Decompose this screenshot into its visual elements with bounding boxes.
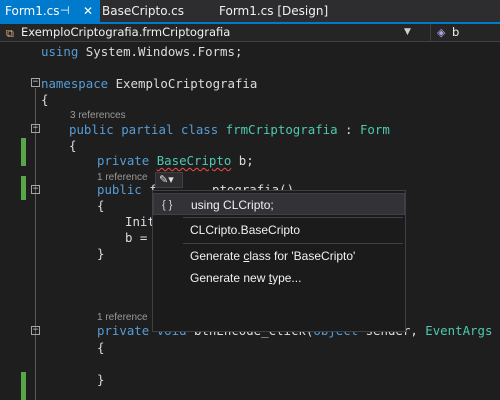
references-codelens[interactable]: 3 references <box>70 110 126 121</box>
references-codelens[interactable]: 1 reference <box>97 312 148 323</box>
tab-label: Form1.cs [Design] <box>219 4 329 18</box>
pin-icon[interactable]: ⊣ <box>60 0 70 22</box>
tab-form1-cs[interactable]: Form1.cs ⊣ ✕ <box>0 0 100 22</box>
change-marker <box>21 138 26 166</box>
collapse-toggle[interactable]: − <box>31 185 40 194</box>
code-line: public f <box>97 182 157 197</box>
code-editor[interactable]: − − − − using System.Windows.Forms; name… <box>0 42 500 400</box>
code-line: { <box>97 198 105 213</box>
class-dropdown[interactable]: ⧉ ExemploCriptografia.frmCriptografia ▼ <box>0 24 428 41</box>
code-line: } <box>97 246 105 261</box>
collapse-toggle[interactable]: − <box>31 124 40 133</box>
code-line: b = <box>125 230 148 245</box>
code-line: { <box>41 92 49 107</box>
change-marker <box>21 176 26 200</box>
menu-separator <box>183 217 403 218</box>
quick-actions-lightbulb-icon[interactable]: ✎▾ <box>155 172 183 188</box>
tab-label: Form1.cs <box>5 4 60 18</box>
close-icon[interactable]: ✕ <box>83 0 93 22</box>
code-line: Init <box>125 214 155 229</box>
collapse-toggle[interactable]: − <box>31 78 40 87</box>
collapse-toggle[interactable]: − <box>31 326 40 335</box>
change-marker <box>21 372 26 400</box>
quick-action-fully-qualify[interactable]: CLCripto.BaseCripto <box>153 219 405 241</box>
code-line: private BaseCripto b; <box>97 153 254 168</box>
chevron-down-icon: ▼ <box>404 27 411 37</box>
menu-separator <box>183 243 403 244</box>
field-icon: ◈ <box>437 26 446 39</box>
navigation-bar: ⧉ ExemploCriptografia.frmCriptografia ▼ … <box>0 24 500 42</box>
quick-action-generate-new-type[interactable]: Generate new type... <box>153 267 405 289</box>
quick-action-using-clcripto[interactable]: { } using CLCripto; <box>153 193 405 215</box>
class-dropdown-value: ExemploCriptografia.frmCriptografia <box>21 25 231 39</box>
error-squiggle: BaseCripto <box>156 153 232 168</box>
outline-guide <box>35 88 36 400</box>
document-tab-strip: Form1.cs ⊣ ✕ BaseCripto.cs Form1.cs [Des… <box>0 0 500 24</box>
code-line: namespace ExemploCriptografia <box>41 76 258 91</box>
code-line: public partial class frmCriptografia : F… <box>69 122 390 137</box>
class-icon: ⧉ <box>6 27 14 40</box>
tab-form1-design[interactable]: Form1.cs [Design] <box>217 0 347 22</box>
code-line: } <box>97 372 105 387</box>
member-dropdown-value: b <box>452 25 460 39</box>
member-dropdown[interactable]: ◈ b <box>430 24 500 41</box>
namespace-icon: { } <box>162 199 173 211</box>
code-line: using System.Windows.Forms; <box>41 44 243 59</box>
quick-actions-menu: { } using CLCripto; CLCripto.BaseCripto … <box>152 190 406 332</box>
code-line: { <box>97 340 105 355</box>
code-line: { <box>69 138 77 153</box>
tab-label: BaseCripto.cs <box>102 4 184 18</box>
quick-action-generate-class[interactable]: Generate class for 'BaseCripto' <box>153 245 405 267</box>
tab-basecripto-cs[interactable]: BaseCripto.cs <box>100 0 210 22</box>
